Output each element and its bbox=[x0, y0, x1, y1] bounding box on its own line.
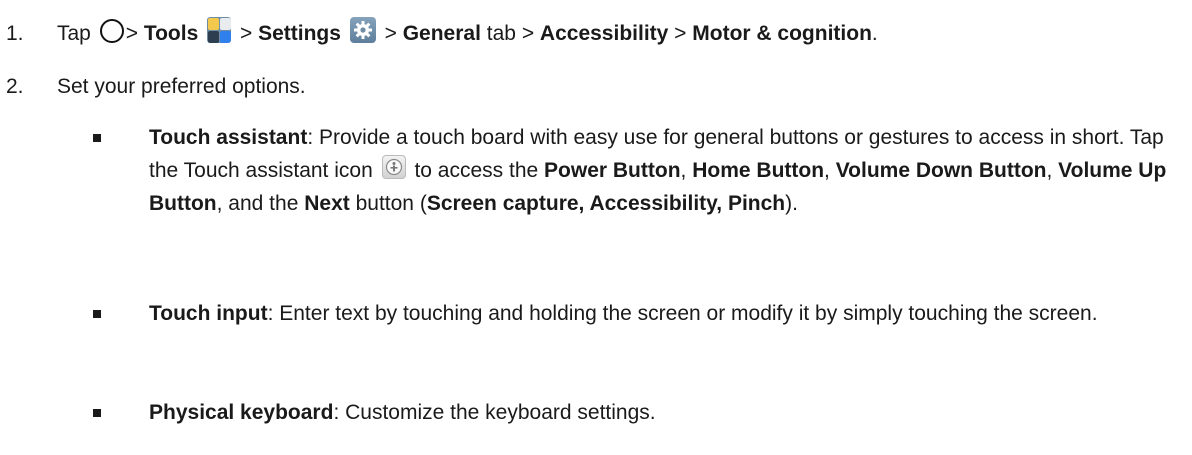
settings-gear-icon bbox=[349, 17, 376, 44]
bullet-touch-input: Touch input: Enter text by touching and … bbox=[149, 302, 1098, 325]
bullet-marker bbox=[93, 310, 101, 318]
step-text: Tap > Tools > Settings > General tab > A… bbox=[57, 17, 878, 49]
tools-folder-icon bbox=[207, 17, 232, 44]
tools-label: Tools bbox=[143, 22, 199, 45]
bullet-title: Touch assistant bbox=[149, 126, 308, 149]
bullet-marker bbox=[93, 134, 101, 142]
bullet-physical-keyboard: Physical keyboard: Customize the keyboar… bbox=[149, 401, 656, 424]
step-text: Set your preferred options. bbox=[57, 75, 306, 98]
touch-assistant-icon bbox=[381, 155, 406, 180]
bullet-title: Physical keyboard bbox=[149, 401, 334, 424]
bullet-marker bbox=[93, 409, 101, 417]
settings-label: Settings bbox=[258, 22, 341, 45]
bullet-title: Touch input bbox=[149, 302, 268, 325]
step-number: 1. bbox=[6, 22, 24, 45]
step-number: 2. bbox=[6, 75, 24, 98]
accessibility-label: Accessibility bbox=[539, 22, 669, 45]
motor-cognition-label: Motor & cognition bbox=[692, 22, 872, 45]
bullet-touch-assistant: Touch assistant: Provide a touch board w… bbox=[149, 126, 1167, 215]
general-label: General bbox=[402, 22, 481, 45]
home-circle-icon bbox=[99, 19, 124, 44]
